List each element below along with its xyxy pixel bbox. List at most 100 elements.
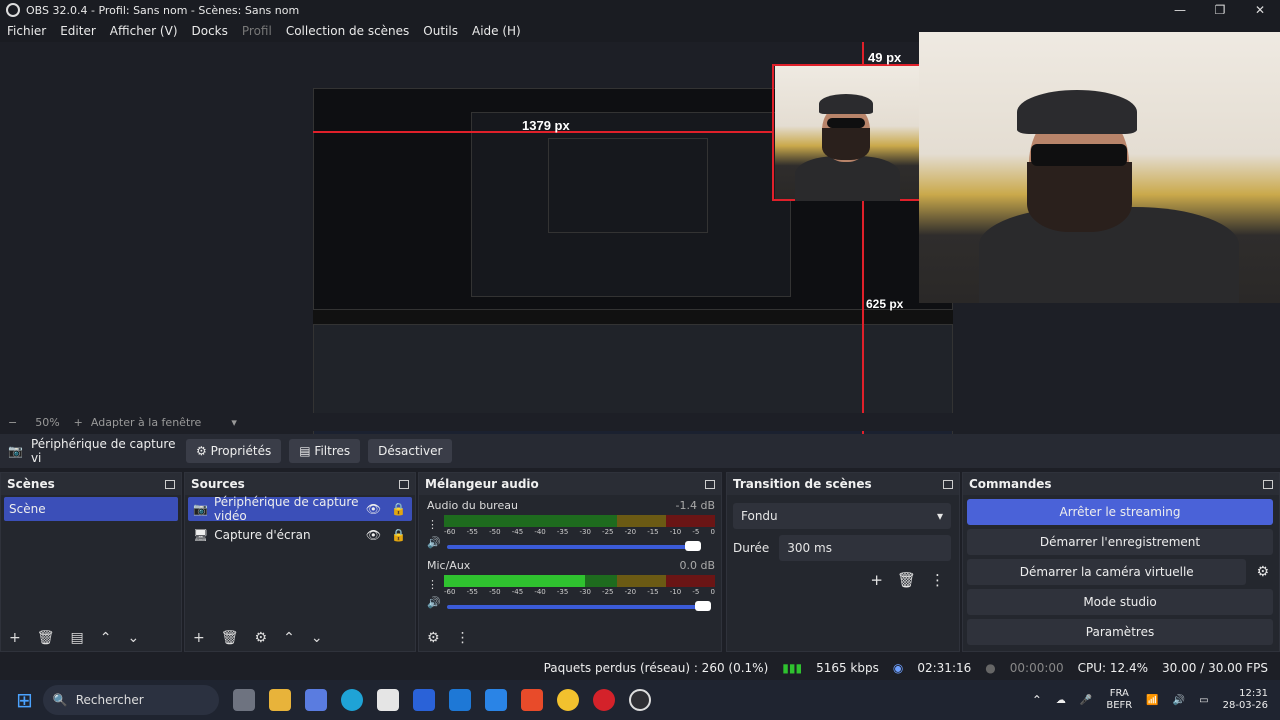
gear-icon[interactable]: ⚙ [1256, 564, 1269, 580]
windows-start-icon[interactable]: ⊞ [16, 688, 33, 712]
add-icon[interactable]: + [9, 630, 21, 646]
deactivate-button[interactable]: Désactiver [368, 439, 453, 463]
store-icon[interactable] [376, 689, 399, 711]
lock-icon[interactable]: 🔒 [391, 528, 406, 542]
cloud-icon[interactable]: ☁ [1056, 695, 1066, 706]
undock-icon[interactable] [399, 479, 409, 489]
volume-slider[interactable] [446, 540, 701, 551]
clock[interactable]: 12:31 28-03-26 [1223, 688, 1268, 712]
zoom-in-button[interactable]: + [74, 416, 83, 429]
chevron-down-icon[interactable]: ▾ [231, 416, 237, 429]
filter-icon[interactable]: ▤ [71, 630, 84, 646]
lock-icon[interactable]: 🔒 [391, 502, 406, 516]
language-indicator[interactable]: FRA BEFR [1106, 688, 1132, 712]
eye-icon[interactable]: 👁 [366, 502, 381, 516]
chevron-up-icon[interactable]: ⌃ [100, 630, 112, 646]
edge-icon[interactable] [340, 689, 363, 711]
taskbar-search[interactable]: 🔍 Rechercher [42, 685, 219, 715]
menu-outils[interactable]: Outils [416, 24, 465, 38]
menu-afficher[interactable]: Afficher (V) [103, 24, 185, 38]
speaker-icon[interactable]: 🔊 [427, 536, 441, 549]
meter-ticks: -60 -55 -50 -45 -40 -35 -30 -25 -20 -15 -10 -5 0 [444, 528, 715, 536]
brave-icon[interactable] [520, 689, 543, 711]
chevron-up-icon[interactable]: ⌃ [1032, 693, 1042, 707]
obs-taskbar-icon[interactable] [628, 689, 651, 711]
file-explorer-icon[interactable] [268, 689, 291, 711]
source-item-video[interactable]: 📷 Périphérique de capture vidéo 👁 🔒 [188, 495, 412, 523]
properties-button[interactable]: ⚙ Propriétés [186, 439, 282, 463]
microphone-icon[interactable]: 🎤 [1080, 695, 1092, 706]
studio-mode-button[interactable]: Mode studio [967, 589, 1273, 615]
opera-icon[interactable] [592, 689, 615, 711]
webcam-overlay[interactable] [919, 32, 1280, 303]
volume-knob[interactable] [685, 540, 701, 551]
duration-field[interactable]: 300 ms [779, 535, 951, 561]
kebab-icon[interactable]: ⋮ [456, 630, 470, 646]
settings-button[interactable]: Paramètres [967, 619, 1273, 645]
kebab-icon[interactable]: ⋮ [930, 571, 945, 589]
battery-icon[interactable]: ▭ [1199, 695, 1208, 706]
filters-button[interactable]: ▤ Filtres [289, 439, 361, 463]
add-icon[interactable]: + [193, 630, 205, 646]
chevron-up-icon[interactable]: ⌃ [283, 630, 295, 646]
volume-slider[interactable] [446, 600, 711, 611]
transition-select[interactable]: Fondu ▾ [733, 503, 951, 529]
todo-icon[interactable] [484, 689, 507, 711]
outlook-icon[interactable] [448, 689, 471, 711]
status-bar: Paquets perdus (réseau) : 260 (0.1%) ▮▮▮… [0, 656, 1280, 680]
kebab-icon[interactable]: ⋮ [427, 518, 438, 531]
broadcast-icon: ◉ [892, 661, 904, 675]
undock-icon[interactable] [1263, 479, 1273, 489]
scene-item[interactable]: Scène [4, 497, 178, 521]
undock-icon[interactable] [705, 479, 715, 489]
stop-streaming-button[interactable]: Arrêter le streaming [967, 499, 1273, 525]
menu-editer[interactable]: Editer [53, 24, 103, 38]
speaker-icon[interactable]: 🔊 [427, 596, 441, 609]
level-meter [444, 575, 715, 587]
trash-icon[interactable]: 🗑 [897, 571, 916, 589]
menu-collection[interactable]: Collection de scènes [279, 24, 416, 38]
menu-fichier[interactable]: Fichier [0, 24, 53, 38]
zoom-fit-select[interactable]: Adapter à la fenêtre [91, 416, 201, 429]
start-recording-button[interactable]: Démarrer l'enregistrement [967, 529, 1273, 555]
minimize-icon[interactable]: — [1160, 0, 1200, 20]
undock-icon[interactable] [165, 479, 175, 489]
zoom-out-button[interactable]: − [8, 416, 17, 429]
kebab-icon[interactable]: ⋮ [427, 578, 438, 591]
undock-icon[interactable] [943, 479, 953, 489]
obs-logo-icon [6, 3, 20, 17]
scenes-dock: Scènes Scène + 🗑 ▤ ⌃ ⌄ [0, 472, 182, 652]
commands-dock: Commandes Arrêter le streaming Démarrer … [962, 472, 1280, 652]
virtual-camera-button[interactable]: Démarrer la caméra virtuelle [967, 559, 1247, 585]
scenes-title: Scènes [7, 477, 55, 491]
task-view-icon[interactable] [232, 689, 255, 711]
volume-icon[interactable]: 🔊 [1173, 695, 1185, 706]
eye-icon[interactable]: 👁 [366, 528, 381, 542]
measure-label-bottom: 625 px [866, 297, 904, 311]
menu-docks[interactable]: Docks [185, 24, 235, 38]
trash-icon[interactable]: 🗑 [221, 630, 239, 646]
app-icon[interactable] [412, 689, 435, 711]
chrome-icon[interactable] [556, 689, 579, 711]
transitions-dock: Transition de scènes Fondu ▾ Durée 300 m… [726, 472, 960, 652]
menu-profil[interactable]: Profil [235, 24, 279, 38]
menu-aide[interactable]: Aide (H) [465, 24, 528, 38]
add-icon[interactable]: + [870, 571, 883, 589]
close-icon[interactable]: ✕ [1240, 0, 1280, 20]
wifi-icon[interactable]: 📶 [1146, 695, 1158, 706]
gear-icon[interactable]: ⚙ [427, 630, 440, 646]
trash-icon[interactable]: 🗑 [37, 630, 55, 646]
chevron-down-icon[interactable]: ⌄ [127, 630, 139, 646]
copilot-icon[interactable] [304, 689, 327, 711]
bbox-left [772, 64, 774, 200]
gear-icon[interactable]: ⚙ [255, 630, 268, 646]
search-icon: 🔍 [52, 693, 68, 707]
maximize-icon[interactable]: ❐ [1200, 0, 1240, 20]
preview-area[interactable]: 49 px 1379 px 625 px [0, 32, 1280, 452]
transitions-title: Transition de scènes [733, 477, 872, 491]
volume-knob[interactable] [695, 600, 711, 611]
mixer-title: Mélangeur audio [425, 477, 539, 491]
source-item-screen[interactable]: 🖥 Capture d'écran 👁 🔒 [188, 523, 412, 547]
chevron-down-icon[interactable]: ⌄ [311, 630, 323, 646]
person-cap [819, 94, 873, 114]
